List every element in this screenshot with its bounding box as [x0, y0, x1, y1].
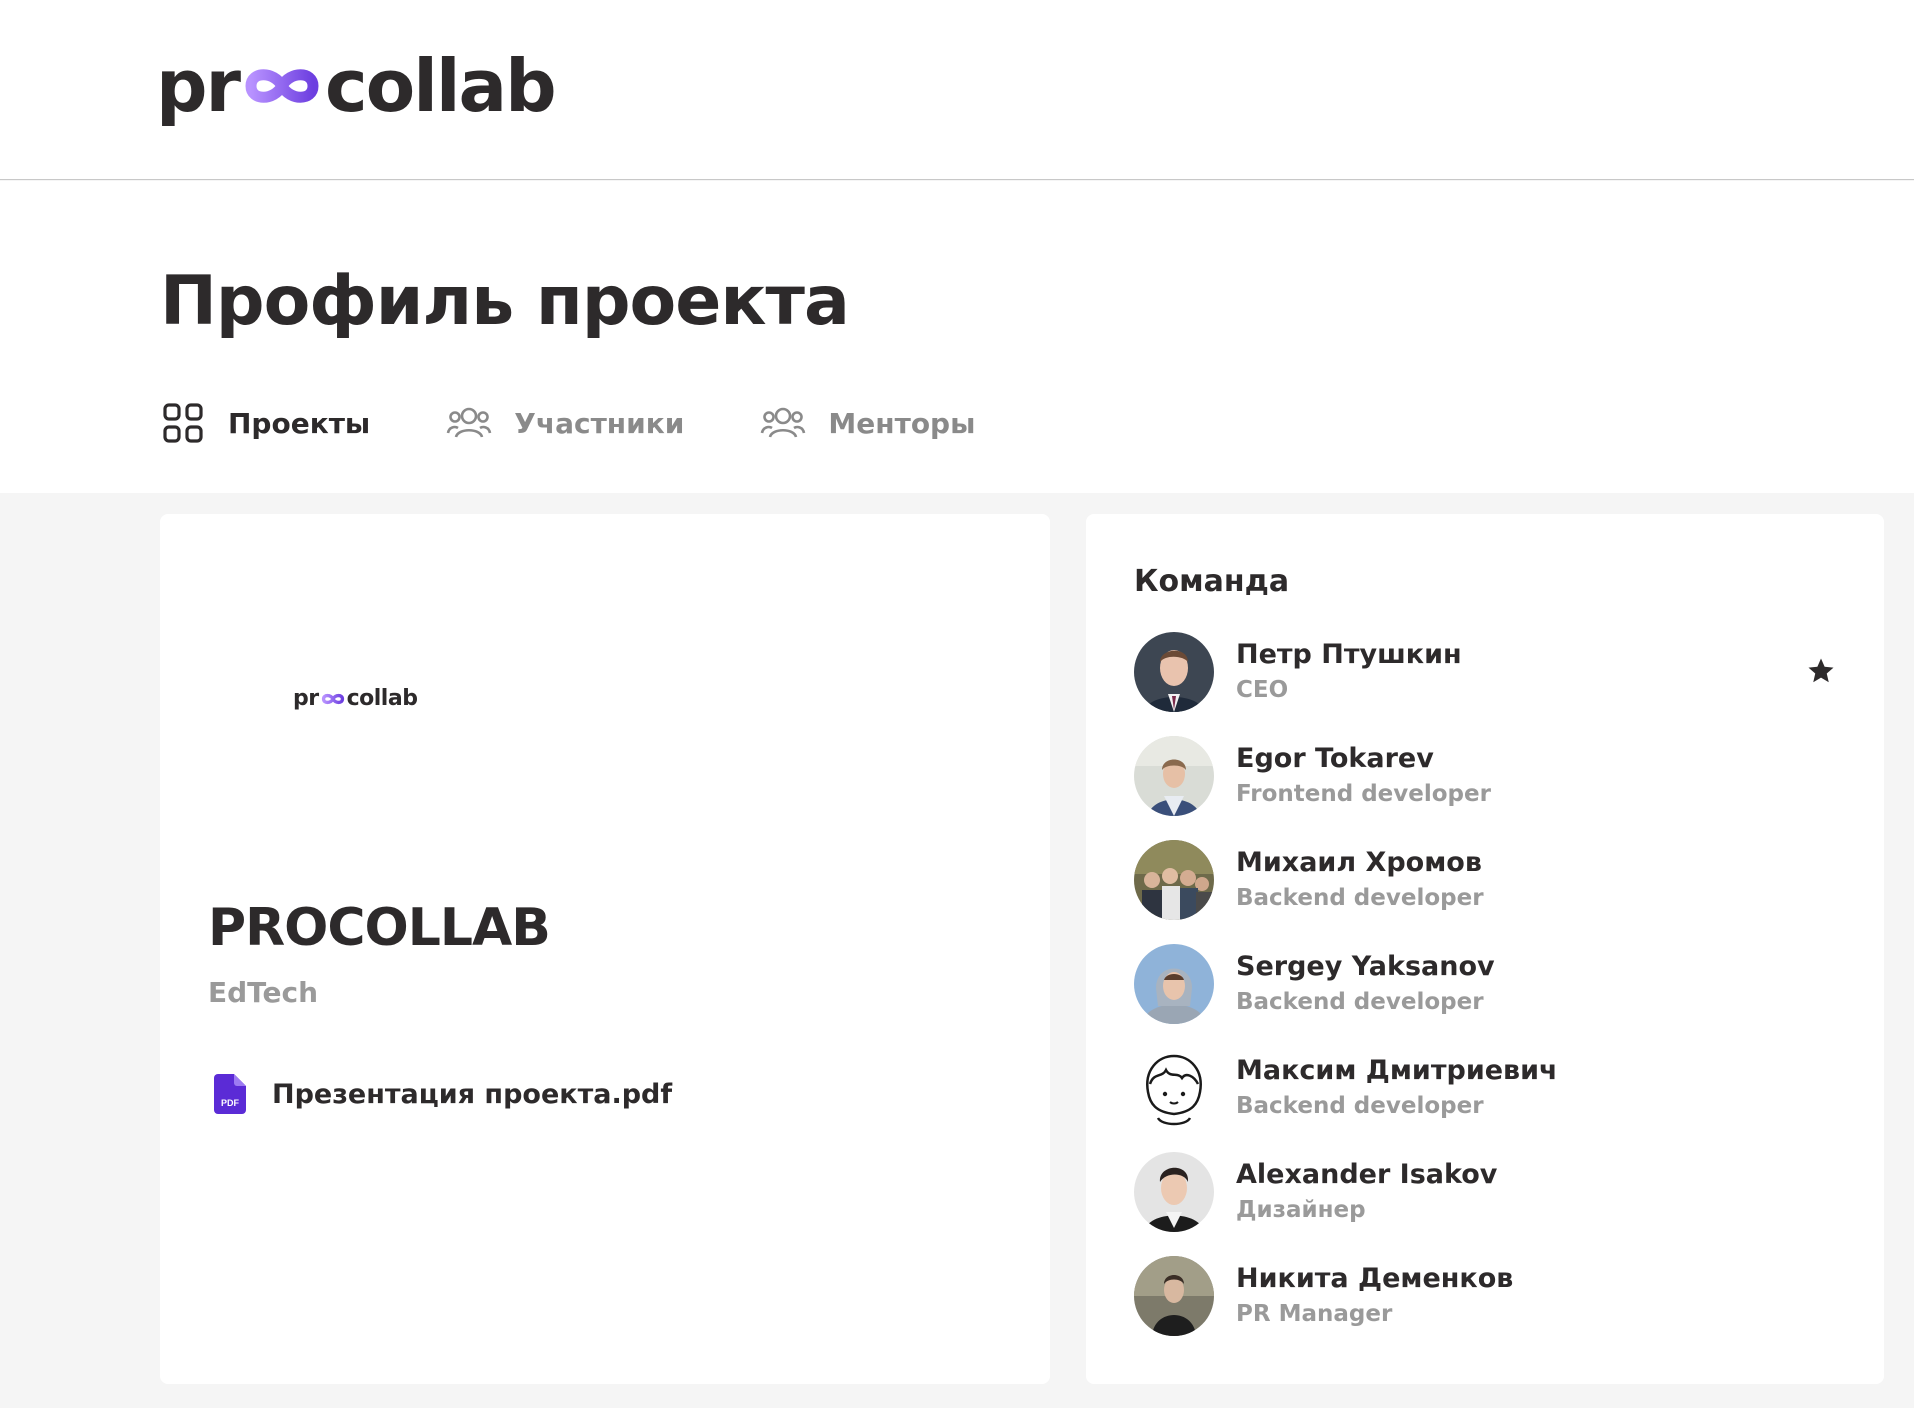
logo-text-right: collab — [325, 44, 557, 128]
avatar — [1134, 736, 1214, 816]
procollab-logo[interactable]: pr collab — [156, 44, 557, 128]
member-role: PR Manager — [1236, 1301, 1393, 1327]
tab-participants-label: Участники — [514, 406, 685, 440]
avatar — [1134, 840, 1214, 920]
avatar — [1134, 1048, 1214, 1128]
tab-participants[interactable]: Участники — [446, 400, 684, 446]
presentation-file-link[interactable]: PDF Презентация проекта.pdf — [214, 1074, 672, 1114]
users-icon — [760, 400, 806, 446]
tab-mentors-label: Менторы — [828, 406, 976, 440]
member-role: Дизайнер — [1236, 1197, 1366, 1223]
project-name: PROCOLLAB — [208, 898, 551, 958]
project-logo-text-right: collab — [346, 686, 418, 711]
file-name: Презентация проекта.pdf — [272, 1078, 673, 1110]
member-role: Frontend developer — [1236, 781, 1491, 807]
pdf-file-icon: PDF — [214, 1074, 246, 1114]
team-member[interactable]: Egor Tokarev Frontend developer — [1134, 736, 1836, 840]
team-card: Команда Петр Птушкин CEO Egor Tokarev Fr… — [1086, 514, 1884, 1384]
team-member[interactable]: Sergey Yaksanov Backend developer — [1134, 944, 1836, 1048]
member-name: Alexander Isakov — [1236, 1159, 1498, 1190]
profile-tabs: Проекты Участники Менторы — [160, 398, 1051, 448]
pdf-badge-label: PDF — [221, 1098, 240, 1108]
member-name: Михаил Хромов — [1236, 847, 1482, 878]
member-role: Backend developer — [1236, 1093, 1484, 1119]
tab-projects[interactable]: Проекты — [160, 400, 370, 446]
infinity-logo-icon — [245, 69, 319, 103]
logo-text-left: pr — [156, 44, 241, 128]
team-title: Команда — [1134, 564, 1290, 599]
team-member[interactable]: Никита Деменков PR Manager — [1134, 1256, 1836, 1360]
team-member[interactable]: Петр Птушкин CEO — [1134, 632, 1836, 736]
top-header: pr collab — [0, 0, 1914, 180]
member-name: Петр Птушкин — [1236, 639, 1462, 670]
team-members-list: Петр Птушкин CEO Egor Tokarev Frontend d… — [1134, 632, 1836, 1360]
member-name: Sergey Yaksanov — [1236, 951, 1495, 982]
team-member[interactable]: Alexander Isakov Дизайнер — [1134, 1152, 1836, 1256]
team-member[interactable]: Михаил Хромов Backend developer — [1134, 840, 1836, 944]
avatar — [1134, 1256, 1214, 1336]
page-title: Профиль проекта — [160, 262, 850, 341]
member-role: Backend developer — [1236, 885, 1484, 911]
team-member[interactable]: Максим Дмитриевич Backend developer — [1134, 1048, 1836, 1152]
star-icon — [1808, 658, 1834, 683]
member-name: Максим Дмитриевич — [1236, 1055, 1558, 1086]
avatar — [1134, 632, 1214, 712]
project-info-card: pr collab PROCOLLAB EdTech PDF Презентац… — [160, 514, 1050, 1384]
users-icon — [446, 400, 492, 446]
tab-mentors[interactable]: Менторы — [760, 400, 975, 446]
member-name: Никита Деменков — [1236, 1263, 1514, 1294]
member-role: Backend developer — [1236, 989, 1484, 1015]
infinity-logo-icon — [321, 693, 344, 704]
project-industry: EdTech — [208, 976, 319, 1009]
grid-icon — [160, 400, 206, 446]
member-role: CEO — [1236, 677, 1289, 703]
project-logo-text-left: pr — [293, 686, 319, 711]
avatar — [1134, 944, 1214, 1024]
member-name: Egor Tokarev — [1236, 743, 1434, 774]
avatar — [1134, 1152, 1214, 1232]
project-logo: pr collab — [293, 686, 418, 711]
tab-projects-label: Проекты — [228, 406, 371, 440]
